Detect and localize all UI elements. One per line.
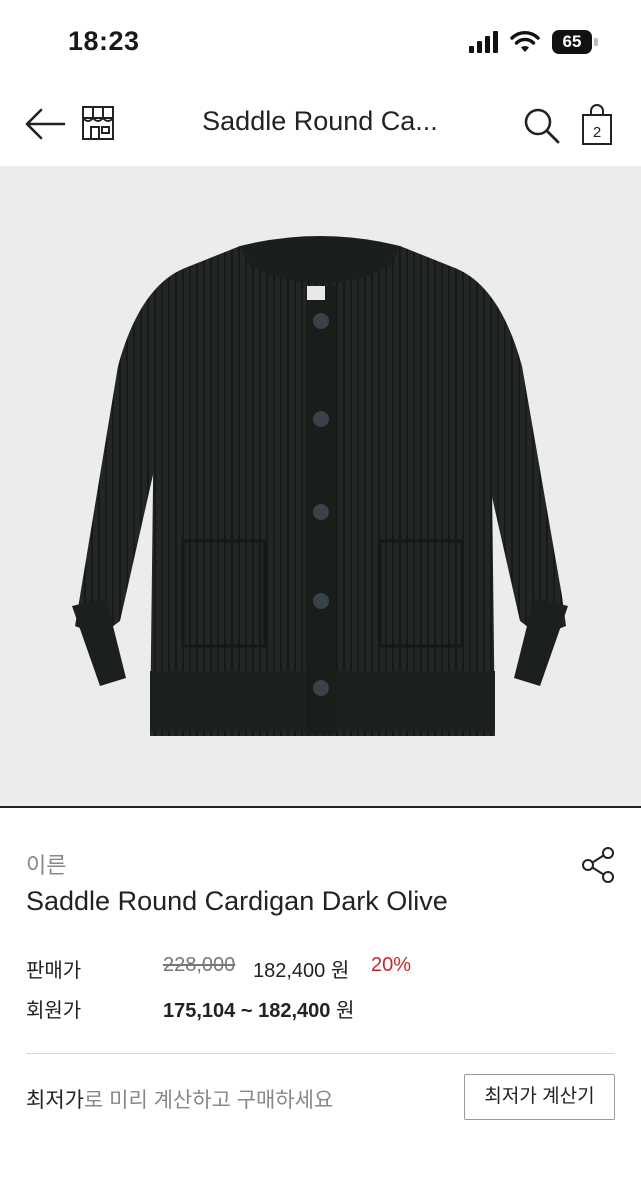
member-price: 175,104 ~ 182,400 원	[163, 994, 354, 1023]
page-title: Saddle Round Ca...	[202, 106, 438, 136]
status-time: 18:23	[68, 26, 140, 56]
cart-count: 2	[593, 124, 601, 141]
sale-price-label: 판매가	[26, 960, 82, 982]
search-icon[interactable]	[522, 106, 560, 144]
back-arrow-icon[interactable]	[24, 106, 66, 142]
lowest-price-strong: 최저가	[26, 1089, 84, 1112]
original-price: 228,000	[163, 954, 236, 976]
lowest-price-calculator-button[interactable]: 최저가 계산기	[464, 1074, 615, 1120]
battery-level: 65	[552, 30, 592, 54]
brand-name[interactable]: 이른	[26, 848, 66, 880]
member-price-range: 175,104 ~ 182,400	[163, 1000, 331, 1022]
cardigan-photo	[72, 236, 568, 736]
top-nav: Saddle Round Ca... 2	[0, 86, 641, 166]
discount-rate: 20%	[371, 954, 412, 976]
status-bar: 18:23 65	[0, 0, 641, 86]
member-price-unit: 원	[335, 1000, 355, 1022]
store-icon[interactable]	[80, 104, 116, 142]
member-price-label: 회원가	[26, 1000, 82, 1022]
product-image[interactable]	[0, 166, 641, 808]
cellular-signal-icon	[469, 31, 498, 53]
battery-icon: 65	[552, 30, 598, 54]
share-icon[interactable]	[580, 846, 616, 884]
lowest-price-prompt: 최저가로 미리 계산하고 구매하세요	[26, 1084, 333, 1114]
wifi-icon	[510, 31, 540, 52]
lowest-price-rest: 로 미리 계산하고 구매하세요	[83, 1089, 334, 1112]
shopping-bag-icon[interactable]: 2	[580, 104, 614, 146]
divider	[26, 1053, 615, 1054]
product-name: Saddle Round Cardigan Dark Olive	[26, 886, 448, 916]
sale-price: 182,400 원	[253, 960, 350, 982]
